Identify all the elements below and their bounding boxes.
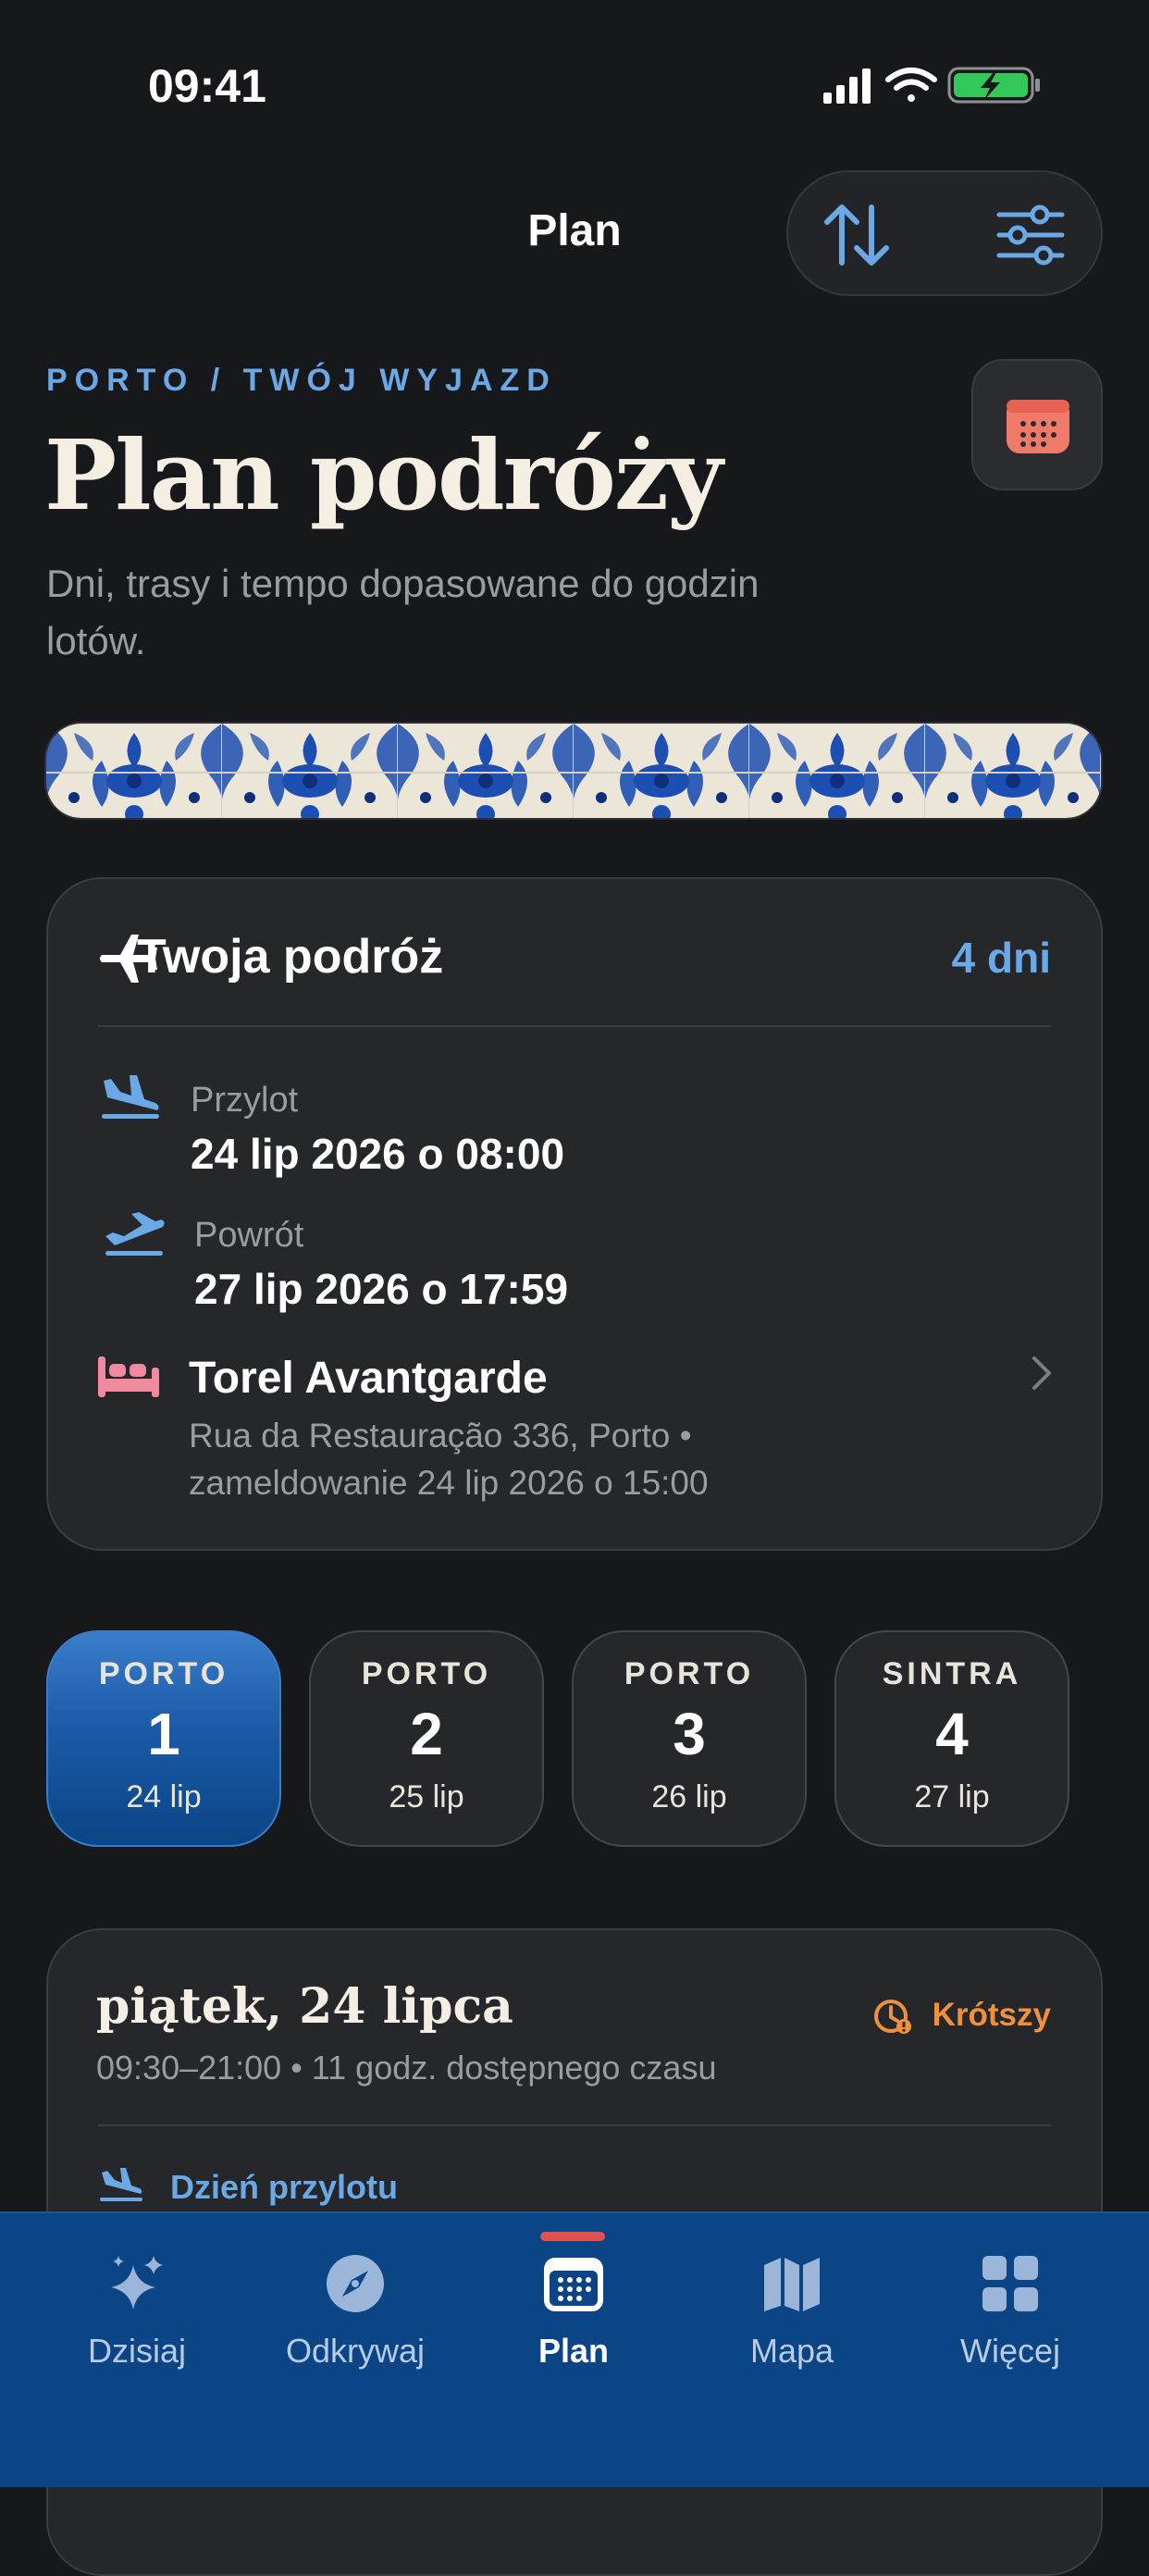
day-chip-2[interactable]: PORTO 2 25 lip (309, 1630, 544, 1847)
card-divider (98, 1025, 1051, 1027)
sparkles-icon (111, 2256, 163, 2310)
clock-alert-icon (874, 2000, 911, 2034)
nav-actions (786, 170, 1103, 296)
map-icon (764, 2258, 820, 2311)
page-title: Plan podróży (44, 418, 723, 532)
filter-sliders-icon[interactable] (994, 198, 1068, 272)
trip-title: Twoja podróż (137, 930, 444, 984)
status-time: 09:41 (148, 60, 266, 112)
grid-icon (982, 2256, 1038, 2311)
day-chip-3[interactable]: PORTO 3 26 lip (572, 1630, 807, 1847)
day-chip-number: 2 (410, 1701, 443, 1767)
return-value: 27 lip 2026 o 17:59 (194, 1265, 569, 1313)
battery-icon (947, 67, 1040, 104)
day-chip-1[interactable]: PORTO 1 24 lip (46, 1630, 281, 1847)
chevron-right-icon (1032, 1356, 1051, 1390)
day-chip-date: 25 lip (389, 1779, 464, 1814)
day-chip-date: 24 lip (126, 1779, 202, 1814)
day-chip-number: 3 (673, 1701, 706, 1767)
page-subtitle: Dni, trasy i tempo dopasowane do godzin … (46, 562, 760, 663)
calendar-button[interactable] (971, 359, 1103, 490)
plane-takeoff-icon (105, 1212, 165, 1256)
day-card-divider (98, 2124, 1051, 2126)
day-chip-date: 27 lip (914, 1779, 990, 1814)
hotel-details: Rua da Restauração 336, Porto • zameldow… (189, 1417, 709, 1502)
arrival-value: 24 lip 2026 o 08:00 (191, 1130, 565, 1178)
calendar-icon (544, 2258, 603, 2311)
day-length-badge: Krótszy (932, 1997, 1051, 2033)
sort-icon[interactable] (820, 198, 894, 272)
arrival-day-row[interactable]: Dzień przylotu (170, 2168, 398, 2207)
eyebrow-label: PORTO / TWÓJ WYJAZD (46, 363, 557, 398)
trip-days-count: 4 dni (951, 934, 1051, 982)
day-availability: 09:30–21:00 • 11 godz. dostępnego czasu (96, 2049, 717, 2087)
wifi-icon (885, 68, 937, 102)
tab-plan[interactable]: Plan (464, 2213, 683, 2398)
arrival-label: Przylot (191, 1081, 299, 1120)
tab-wiecej[interactable]: Więcej (901, 2213, 1119, 2398)
tab-dzisiaj[interactable]: Dzisiaj (28, 2213, 246, 2398)
day-title: piątek, 24 lipca (96, 1978, 513, 2035)
bed-icon (98, 1356, 159, 1397)
day-chip-city: PORTO (98, 1656, 229, 1691)
day-chip-city: PORTO (624, 1656, 755, 1691)
tab-label: Odkrywaj (285, 2332, 426, 2370)
calendar-icon (1007, 400, 1069, 453)
plane-landing-icon (102, 1075, 159, 1119)
plane-landing-icon (100, 2168, 142, 2201)
tab-label: Dzisiaj (87, 2332, 186, 2370)
tab-mapa[interactable]: Mapa (683, 2213, 901, 2398)
day-chip-4[interactable]: SINTRA 4 27 lip (834, 1630, 1069, 1847)
signal-icon (823, 68, 871, 104)
status-icons (823, 67, 1040, 104)
day-chip-number: 4 (935, 1701, 969, 1767)
day-chip-date: 26 lip (651, 1779, 727, 1814)
day-chip-number: 1 (147, 1701, 180, 1767)
return-label: Powrót (194, 1216, 304, 1255)
day-chip-city: SINTRA (882, 1656, 1022, 1691)
day-chip-city: PORTO (361, 1656, 492, 1691)
tab-odkrywaj[interactable]: Odkrywaj (246, 2213, 464, 2398)
compass-icon (327, 2255, 384, 2312)
tab-label: Więcej (959, 2332, 1061, 2370)
tab-label: Mapa (749, 2332, 834, 2370)
hotel-name: Torel Avantgarde (189, 1354, 548, 1403)
tab-label: Plan (537, 2332, 610, 2370)
tab-bar: Dzisiaj Odkrywaj Plan Mapa Więcej (0, 2211, 1149, 2487)
azulejo-tile-banner (44, 722, 1103, 820)
